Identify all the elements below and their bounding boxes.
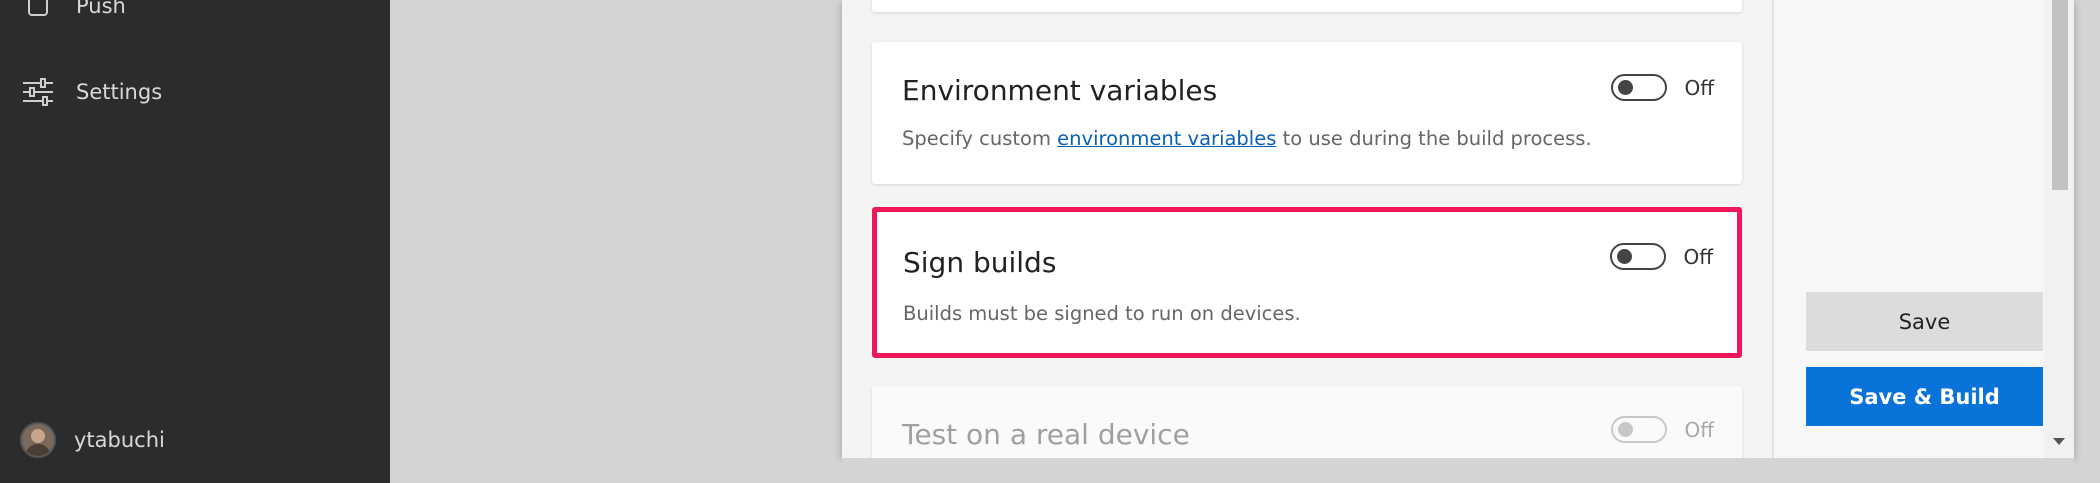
test-on-device-card: Test on a real device Off bbox=[872, 386, 1742, 458]
toggle-knob bbox=[1618, 422, 1634, 437]
sidebar-item-settings[interactable]: Settings bbox=[22, 76, 162, 108]
avatar bbox=[20, 422, 56, 458]
sliders-icon bbox=[22, 76, 54, 108]
scroll-down-arrow-icon[interactable] bbox=[2053, 438, 2065, 445]
sign-builds-card: Sign builds Off Builds must be signed to… bbox=[872, 207, 1742, 358]
environment-variables-card: Environment variables Off Specify custom… bbox=[872, 42, 1742, 184]
card-title: Environment variables bbox=[902, 74, 1218, 107]
panel-bottom-edge bbox=[842, 458, 2074, 483]
sidebar: Push Settings ytabuchi bbox=[0, 0, 390, 483]
vertical-scrollbar[interactable] bbox=[2044, 0, 2074, 458]
description-suffix: to use during the build process. bbox=[1276, 127, 1592, 150]
sign-builds-toggle-group: Off bbox=[1610, 243, 1713, 270]
sidebar-item-label: Push bbox=[76, 0, 126, 18]
test-on-device-toggle-group: Off bbox=[1611, 416, 1714, 443]
sidebar-item-push[interactable]: Push bbox=[22, 0, 126, 22]
save-and-build-button[interactable]: Save & Build bbox=[1806, 367, 2043, 426]
card-title: Test on a real device bbox=[902, 418, 1190, 451]
sidebar-item-label: Settings bbox=[76, 80, 163, 104]
test-on-device-toggle[interactable] bbox=[1611, 416, 1668, 443]
save-button[interactable]: Save bbox=[1806, 292, 2043, 351]
environment-variables-link[interactable]: environment variables bbox=[1057, 127, 1276, 150]
user-name: ytabuchi bbox=[74, 428, 165, 452]
settings-content: Environment variables Off Specify custom… bbox=[842, 0, 1772, 458]
environment-variables-toggle-group: Off bbox=[1611, 74, 1714, 101]
card-description: Builds must be signed to run on devices. bbox=[903, 302, 1301, 325]
toggle-knob bbox=[1618, 80, 1634, 95]
card-description: Specify custom environment variables to … bbox=[902, 127, 1592, 150]
settings-card-previous bbox=[872, 0, 1742, 12]
toggle-knob bbox=[1617, 249, 1633, 264]
environment-variables-toggle[interactable] bbox=[1611, 74, 1668, 101]
toggle-label: Off bbox=[1684, 75, 1714, 100]
action-column: Save Save & Build bbox=[1774, 0, 2044, 458]
settings-panel: Environment variables Off Specify custom… bbox=[842, 0, 2074, 458]
scrollbar-thumb[interactable] bbox=[2052, 0, 2068, 190]
user-profile[interactable]: ytabuchi bbox=[20, 422, 165, 458]
toggle-label: Off bbox=[1683, 244, 1713, 269]
sign-builds-toggle[interactable] bbox=[1610, 243, 1667, 270]
card-title: Sign builds bbox=[903, 246, 1057, 279]
square-icon bbox=[22, 0, 54, 22]
toggle-label: Off bbox=[1684, 417, 1714, 442]
description-prefix: Specify custom bbox=[902, 127, 1058, 150]
